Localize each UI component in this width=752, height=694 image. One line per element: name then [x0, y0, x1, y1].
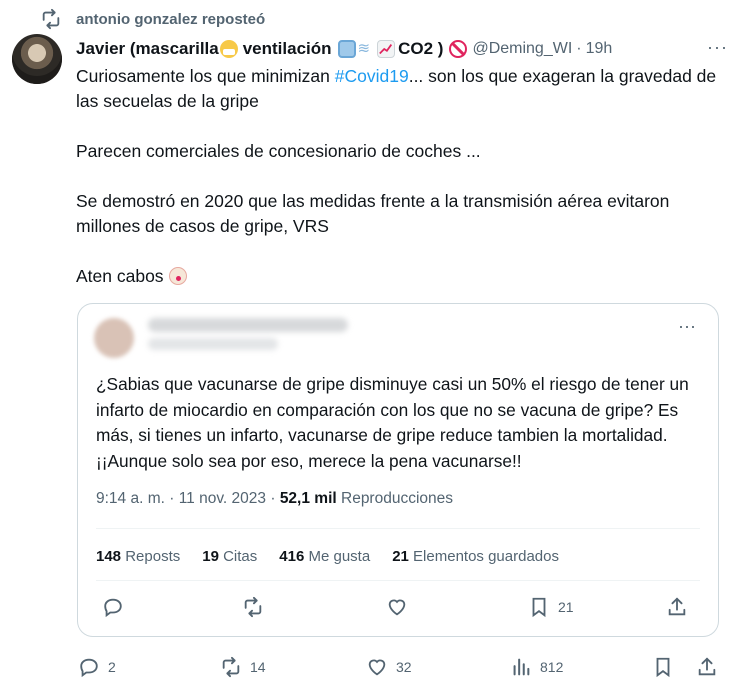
- author-name[interactable]: Javier (mascarilla: [76, 39, 219, 59]
- stat-citas[interactable]: 19 Citas: [202, 548, 257, 565]
- tweet-time[interactable]: 19h: [586, 40, 613, 58]
- reply-icon: [78, 656, 100, 678]
- quoted-actions: 21: [96, 596, 700, 622]
- views-button[interactable]: 812: [510, 656, 563, 678]
- share-button[interactable]: [696, 656, 718, 678]
- avatar[interactable]: [12, 34, 62, 84]
- quoted-like-button[interactable]: [386, 596, 408, 618]
- quoted-time-date[interactable]: 9:14 a. m. · 11 nov. 2023 ·: [96, 490, 276, 507]
- share-icon: [666, 596, 688, 618]
- quoted-meta: 9:14 a. m. · 11 nov. 2023 · 52,1 mil Rep…: [96, 490, 453, 508]
- tweet-header: Javier (mascarilla ventilación ≋ CO2 ) @…: [76, 37, 732, 61]
- clown-emoji-icon: [169, 267, 188, 285]
- like-count: 32: [396, 659, 412, 675]
- divider: [96, 528, 700, 529]
- quoted-views-value: 52,1 mil: [279, 490, 337, 507]
- analytics-icon: [510, 656, 532, 678]
- quoted-views-label: Reproducciones: [341, 490, 454, 507]
- hashtag-link[interactable]: #Covid19: [335, 66, 409, 86]
- heart-icon: [366, 656, 388, 678]
- quoted-bookmark-button[interactable]: 21: [528, 596, 574, 618]
- window-emoji-icon: [337, 40, 356, 58]
- views-count: 812: [540, 659, 564, 675]
- quoted-stats: 148 Reposts 19 Citas 416 Me gusta 21 Ele…: [96, 548, 559, 565]
- stat-saved[interactable]: 21 Elementos guardados: [392, 548, 559, 565]
- bookmark-button[interactable]: [652, 656, 674, 678]
- tweet-text: Curiosamente los que minimizan #Covid19.…: [76, 64, 726, 314]
- author-name-co2: CO2 ): [398, 39, 444, 58]
- quoted-text: ¿Sabias que vacunarse de gripe disminuye…: [96, 374, 689, 471]
- quoted-avatar-blurred: [94, 318, 134, 358]
- repost-label: antonio gonzalez reposteó: [76, 10, 266, 28]
- author-name-ventilacion: ventilación: [242, 39, 332, 58]
- share-icon: [696, 656, 718, 678]
- quoted-tweet[interactable]: ··· ¿Sabias que vacunarse de gripe dismi…: [77, 303, 719, 637]
- more-options-icon[interactable]: ···: [707, 37, 728, 58]
- heart-icon: [386, 596, 408, 618]
- tweet-actions: 2 14 32 812: [76, 656, 732, 680]
- repost-icon: [40, 8, 62, 30]
- quoted-reply-button[interactable]: [102, 596, 124, 618]
- stat-likes[interactable]: 416 Me gusta: [279, 548, 370, 565]
- like-button[interactable]: 32: [366, 656, 412, 678]
- quoted-name-blurred: [148, 318, 348, 332]
- mask-emoji-icon: [219, 40, 238, 58]
- bookmark-icon: [528, 596, 550, 618]
- wind-emoji-icon: ≋: [357, 40, 371, 57]
- time-separator: ·: [576, 40, 582, 57]
- quoted-share-button[interactable]: [666, 596, 688, 618]
- tweet-line-2: Parecen comerciales de concesionario de …: [76, 141, 481, 161]
- reply-icon: [102, 596, 124, 618]
- tweet-line-1: Curiosamente los que minimizan #Covid19.…: [76, 66, 717, 111]
- reply-button[interactable]: 2: [78, 656, 116, 678]
- bookmark-icon: [652, 656, 674, 678]
- quoted-handle-blurred: [148, 338, 278, 350]
- chart-increasing-emoji-icon: [377, 40, 396, 58]
- tweet-line-4: Aten cabos: [76, 264, 726, 289]
- stat-reposts[interactable]: 148 Reposts: [96, 548, 180, 565]
- repost-icon: [242, 596, 264, 618]
- prohibited-emoji-icon: [449, 40, 468, 58]
- quoted-bookmark-count: 21: [558, 599, 574, 615]
- repost-icon: [220, 656, 242, 678]
- tweet-line-3: Se demostró en 2020 que las medidas fren…: [76, 191, 670, 236]
- reply-count: 2: [108, 659, 116, 675]
- divider: [96, 580, 700, 581]
- repost-indicator[interactable]: antonio gonzalez reposteó: [40, 8, 265, 30]
- repost-count: 14: [250, 659, 266, 675]
- quoted-repost-button[interactable]: [242, 596, 264, 618]
- author-handle[interactable]: @Deming_WI: [472, 40, 572, 58]
- quoted-more-icon[interactable]: ···: [678, 316, 696, 337]
- repost-button[interactable]: 14: [220, 656, 266, 678]
